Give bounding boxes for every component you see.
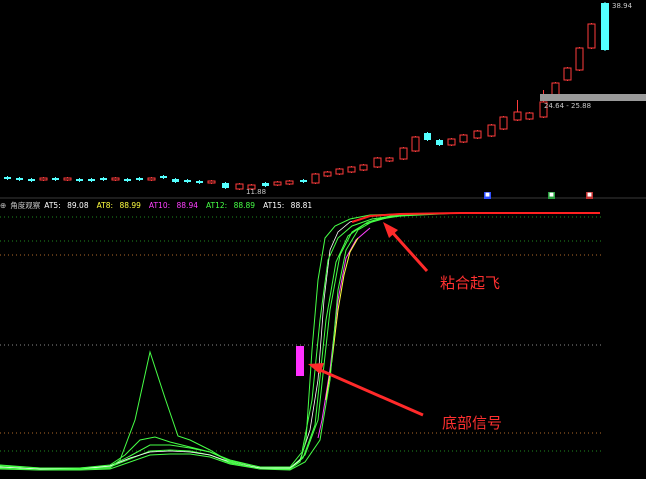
range-price-label: 24.64 - 25.88 (544, 102, 592, 110)
candle-body (28, 179, 35, 181)
indicator-dot-icon: ⊕ (0, 201, 7, 210)
candle-body (100, 178, 107, 180)
candle-body (373, 157, 382, 168)
mail-icon[interactable]: ■ (484, 192, 491, 199)
candle-body (459, 134, 468, 143)
candle-body (359, 164, 368, 171)
candle-body (124, 179, 131, 181)
at-line-mid (0, 212, 600, 469)
candle-body (424, 133, 431, 140)
bottom-signal-annotation: 底部信号 (442, 414, 503, 432)
candle-body (196, 181, 203, 183)
candle-body (575, 47, 584, 71)
at10-value: AT10: 88.94 (148, 201, 198, 210)
high-price-label: 38.94 (612, 2, 633, 10)
candle-body (300, 180, 307, 182)
candle-body (88, 179, 95, 181)
candle-body (385, 157, 394, 162)
candle-body (347, 166, 356, 173)
angle-indicator-lines (0, 212, 600, 471)
candle-body (323, 171, 332, 177)
candle-body (111, 177, 120, 181)
candlestick-series (4, 2, 609, 190)
candle-body (262, 183, 269, 186)
candle-body (222, 183, 229, 188)
low-price-label: 11.88 (246, 188, 267, 196)
at-line-fast (0, 212, 600, 471)
indicator-title-bar: ⊕ 角度观察 AT5: 89.08 AT8: 88.99 AT10: 88.94 AT12… (0, 200, 320, 211)
range-price-bar (540, 94, 646, 101)
candle-body (147, 177, 156, 181)
candle-body (16, 178, 23, 180)
candle-body (525, 112, 534, 120)
candle-body (335, 168, 344, 175)
at12-line (0, 212, 600, 470)
info-icon[interactable]: ■ (586, 192, 593, 199)
candle-body (235, 183, 244, 190)
signal-arrow-line (319, 368, 424, 417)
candle-body (4, 177, 11, 179)
bonus-icon[interactable]: ■ (548, 192, 555, 199)
at8-value: AT8: 88.99 (96, 201, 141, 210)
candle-body (447, 138, 456, 146)
candle-body (52, 178, 59, 180)
indicator-grid (0, 216, 603, 452)
candle-body (39, 177, 48, 181)
candle-body (160, 176, 167, 178)
candle-body (513, 111, 522, 121)
takeoff-arrow-line (390, 230, 429, 273)
candle-body (285, 180, 294, 185)
candle-body (601, 3, 609, 50)
stock-chart (0, 2, 646, 471)
candle-body (76, 179, 83, 181)
candle-body (436, 140, 443, 145)
at-line-slow (0, 212, 600, 471)
candle-body (399, 147, 408, 160)
candle-body (411, 136, 420, 152)
candle-body (587, 23, 596, 49)
candle-body (207, 180, 216, 184)
at5-value: AT5: 89.08 (44, 201, 89, 210)
candle-body (136, 178, 143, 180)
candle-body (311, 173, 320, 184)
candle-body (172, 179, 179, 182)
candle-body (473, 130, 482, 139)
indicator-name: 角度观察 (10, 201, 41, 210)
bottom-signal-bar (296, 346, 304, 376)
candle-body (184, 180, 191, 182)
at5-line (0, 212, 600, 470)
at12-value: AT12: 88.89 (206, 201, 256, 210)
at15-value: AT15: 88.81 (263, 201, 313, 210)
candle-body (563, 67, 572, 81)
candle-body (273, 181, 282, 186)
takeoff-annotation: 粘合起飞 (440, 274, 501, 292)
at15-line (0, 212, 600, 469)
candle-body (63, 177, 72, 181)
candle-body (499, 116, 508, 130)
candle-body (487, 124, 496, 137)
